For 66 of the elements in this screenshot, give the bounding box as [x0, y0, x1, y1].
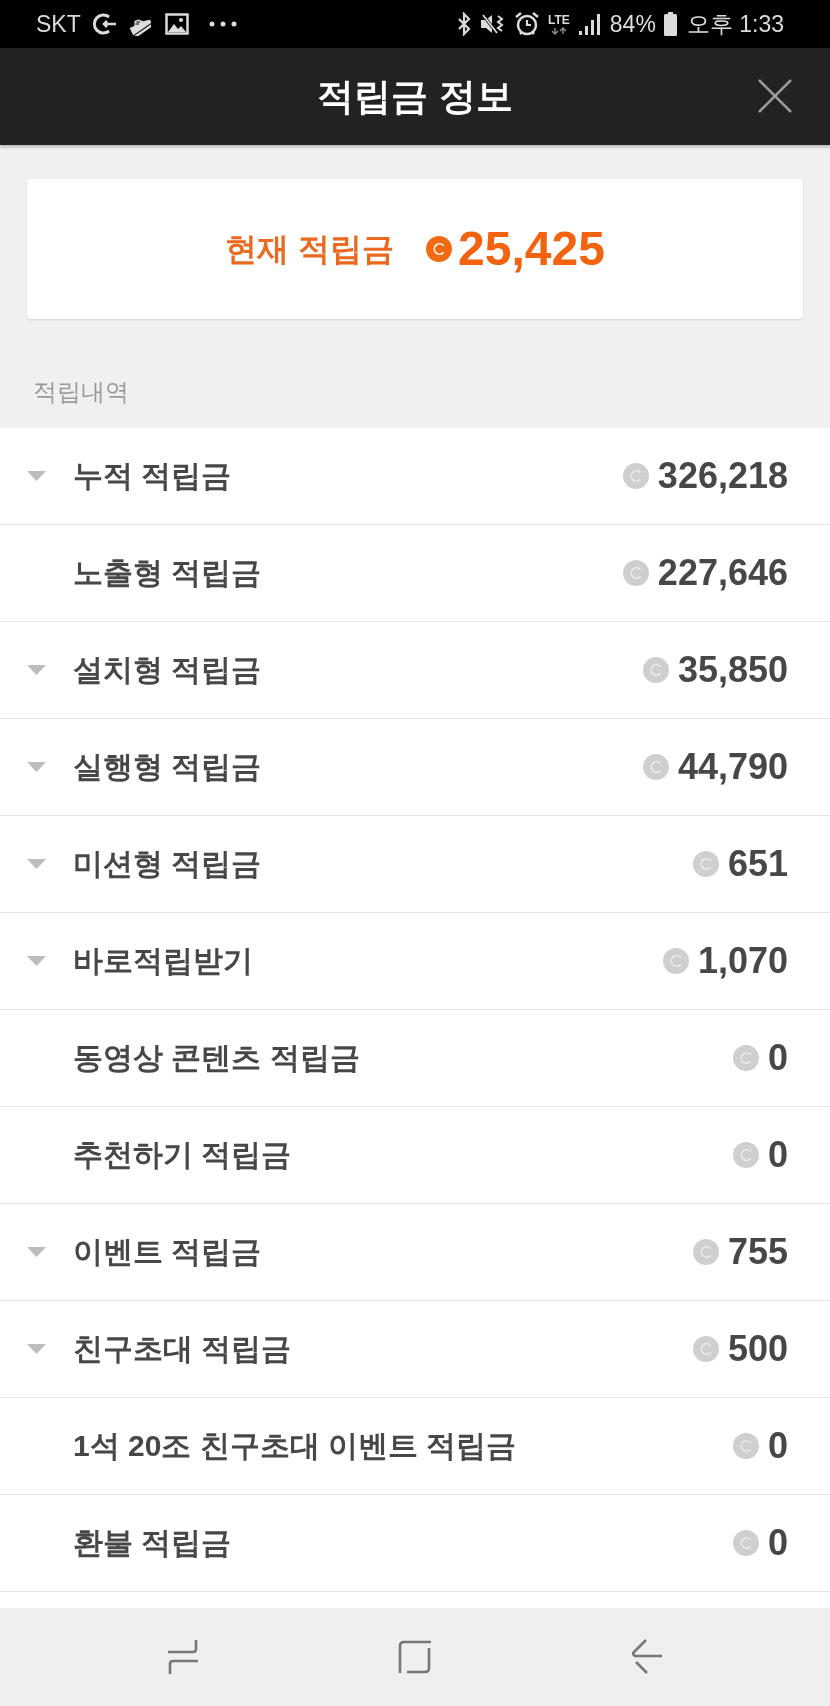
recent-apps-icon[interactable]	[167, 1639, 199, 1675]
category-label: 추천하기 적립금	[73, 1140, 292, 1170]
points-amount: 44,790	[677, 749, 788, 785]
balance-label: 현재 적립금	[225, 233, 395, 265]
coin-icon	[426, 236, 453, 262]
points-amount: 326,218	[657, 458, 788, 494]
expand-triangle-icon[interactable]	[27, 1344, 46, 1354]
close-button[interactable]	[758, 79, 792, 113]
points-amount: 0	[767, 1428, 788, 1464]
category-label: 실행형 적립금	[73, 752, 262, 782]
page-title: 적립금 정보	[317, 78, 513, 115]
expand-triangle-icon[interactable]	[27, 665, 46, 675]
category-label: 환불 적립금	[73, 1528, 232, 1558]
category-label: 1석 20조 친구초대 이벤트 적립금	[73, 1431, 517, 1461]
coin-icon	[732, 1433, 759, 1459]
category-label: 동영상 콘텐츠 적립금	[73, 1043, 360, 1073]
coin-icon	[692, 1336, 719, 1362]
coin-icon	[642, 657, 669, 683]
carrier-name: SKT	[36, 12, 81, 36]
bluetooth-icon	[456, 12, 472, 36]
coin-icon	[622, 560, 649, 586]
category-label: 미션형 적립금	[73, 849, 262, 879]
more-dots-icon	[208, 21, 237, 27]
points-amount: 755	[727, 1234, 788, 1270]
expand-triangle-icon[interactable]	[27, 762, 46, 772]
sync-arrow-icon	[90, 12, 117, 36]
battery-icon	[663, 12, 677, 36]
signal-icon	[577, 13, 602, 35]
section-title: 적립내역	[33, 379, 129, 404]
coin-icon	[662, 948, 689, 974]
category-label: 설치형 적립금	[73, 655, 262, 685]
points-amount: 651	[727, 846, 788, 882]
coin-icon	[732, 1142, 759, 1168]
points-amount: 0	[767, 1040, 788, 1076]
points-amount: 500	[727, 1331, 788, 1367]
points-amount: 1,070	[697, 943, 788, 979]
points-amount: 227,646	[657, 555, 788, 591]
category-label: 바로적립받기	[73, 946, 253, 976]
category-label: 친구초대 적립금	[73, 1334, 292, 1364]
clock-time: 오후 1:33	[686, 12, 784, 36]
mute-vibrate-icon	[480, 12, 506, 36]
coin-icon	[692, 851, 719, 877]
expand-triangle-icon[interactable]	[27, 1247, 46, 1257]
coin-icon	[622, 463, 649, 489]
image-icon	[164, 13, 189, 35]
category-label: 이벤트 적립금	[73, 1237, 262, 1267]
balance-amount: 25,425	[458, 225, 605, 273]
coin-icon	[732, 1530, 759, 1556]
category-label: 누적 적립금	[73, 461, 232, 491]
points-amount: 0	[767, 1137, 788, 1173]
points-amount: 0	[767, 1525, 788, 1561]
data-arrows-icon	[548, 26, 569, 35]
coin-icon	[642, 754, 669, 780]
battery-percent: 84%	[609, 12, 656, 36]
expand-triangle-icon[interactable]	[27, 859, 46, 869]
coin-icon	[732, 1045, 759, 1071]
network-type: LTE	[548, 13, 570, 26]
back-icon[interactable]	[631, 1639, 663, 1675]
close-icon	[758, 79, 792, 113]
category-label: 노출형 적립금	[73, 558, 262, 588]
home-icon[interactable]	[398, 1640, 432, 1674]
coin-icon	[692, 1239, 719, 1265]
expand-triangle-icon[interactable]	[27, 956, 46, 966]
points-amount: 35,850	[677, 652, 788, 688]
alarm-clock-icon	[514, 11, 540, 37]
expand-triangle-icon[interactable]	[27, 471, 46, 481]
